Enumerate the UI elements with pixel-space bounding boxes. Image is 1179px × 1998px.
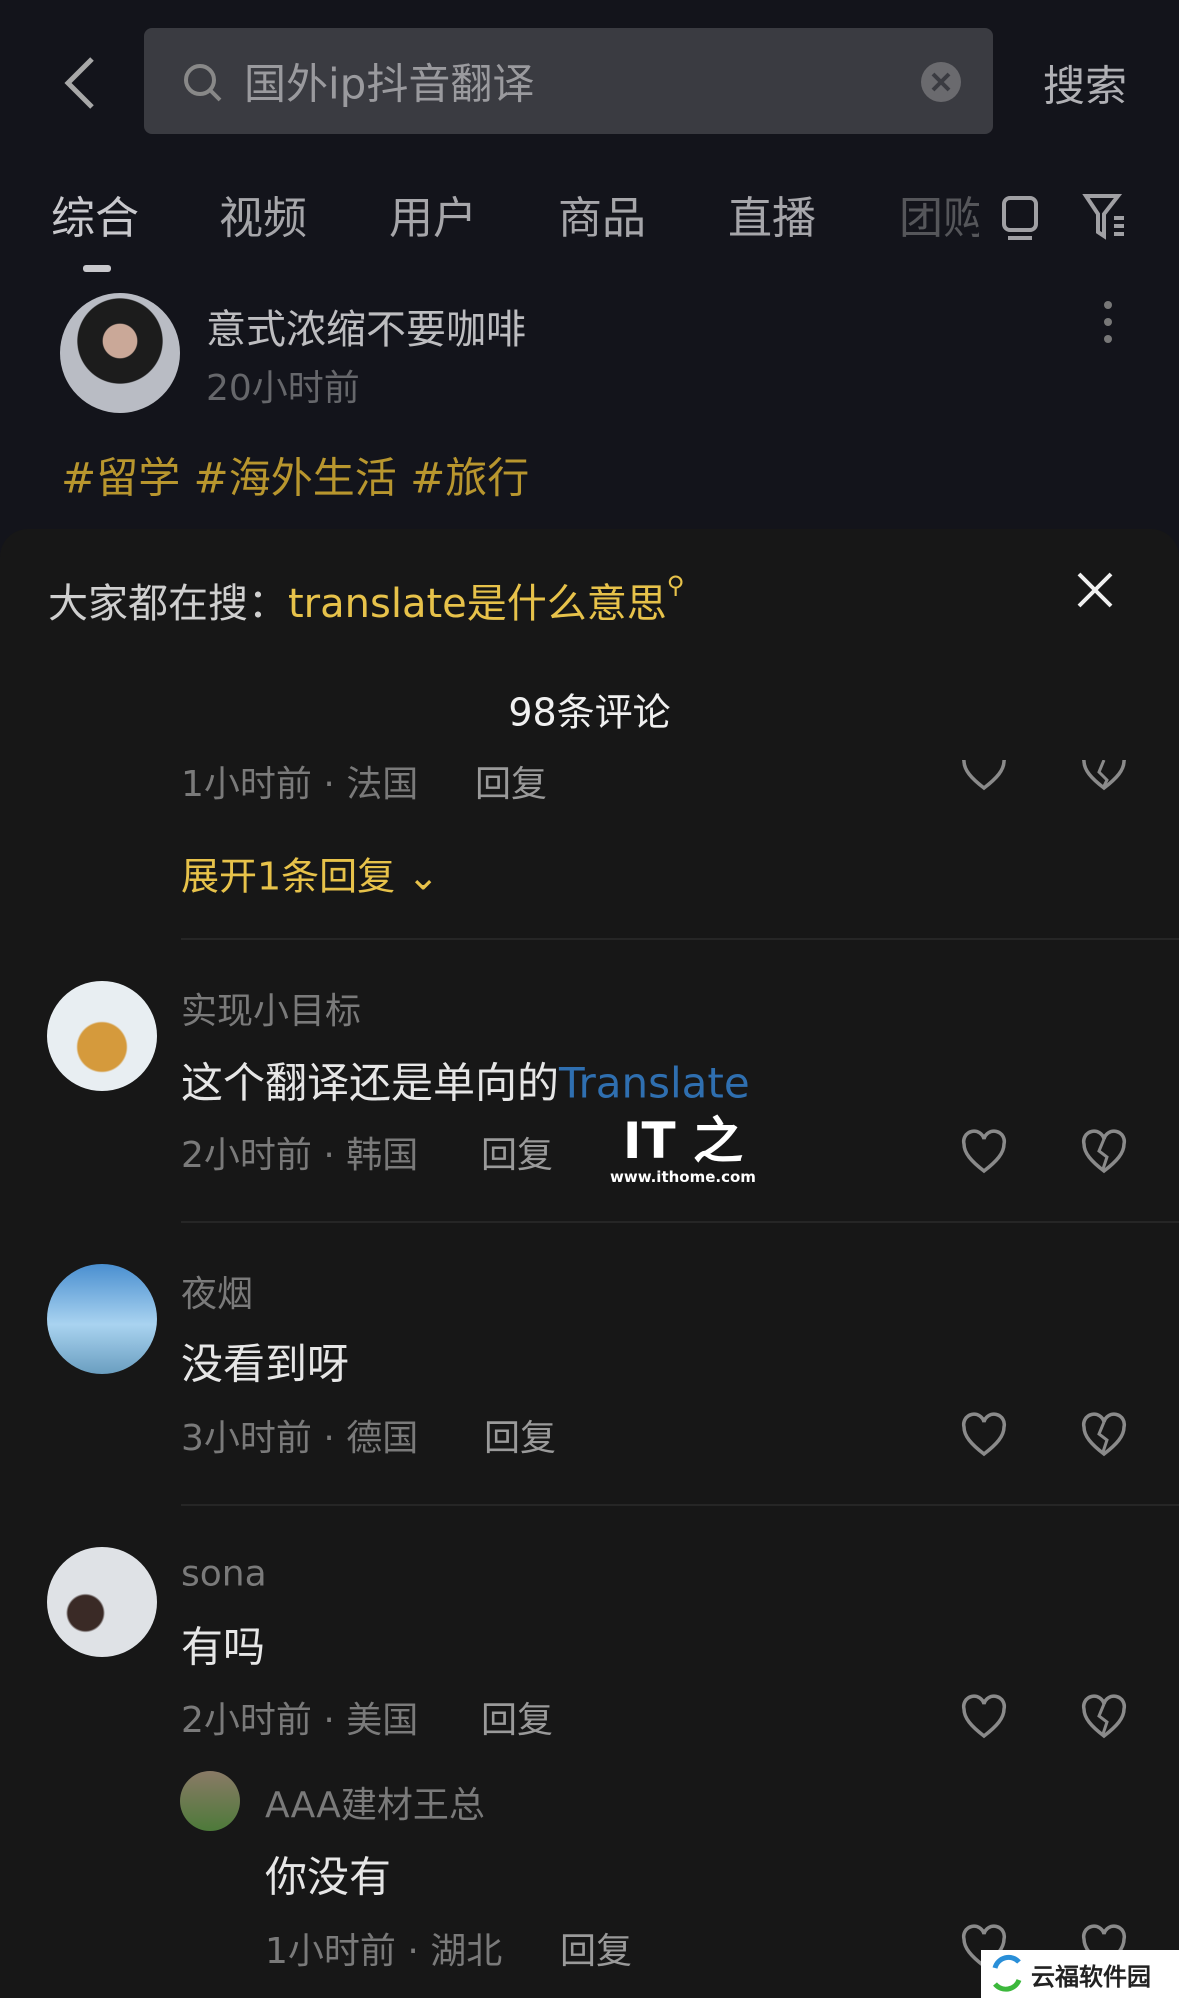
reply-text: 你没有 bbox=[265, 1852, 392, 1902]
replier-name[interactable]: AAA建材王总 bbox=[265, 1776, 485, 1828]
reply-button[interactable]: 回复 bbox=[481, 1126, 553, 1178]
reply-button[interactable]: 回复 bbox=[560, 1922, 632, 1974]
comment-count: 98条评论 bbox=[508, 690, 671, 735]
like-icon[interactable] bbox=[961, 1694, 1007, 1740]
commenter-avatar[interactable] bbox=[47, 1547, 157, 1657]
tab-group-buy[interactable]: 团购 bbox=[899, 182, 979, 246]
search-input[interactable]: 国外ip抖音翻译 bbox=[144, 28, 993, 134]
clear-icon[interactable] bbox=[920, 61, 962, 103]
divider bbox=[181, 938, 1179, 940]
post-time: 20小时前 bbox=[206, 368, 360, 409]
reply-button[interactable]: 回复 bbox=[481, 1691, 553, 1743]
tab-comprehensive[interactable]: 综合 bbox=[51, 182, 139, 246]
translate-link[interactable]: Translate bbox=[559, 1059, 750, 1108]
post-author-name[interactable]: 意式浓缩不要咖啡 bbox=[206, 297, 526, 355]
tab-products[interactable]: 商品 bbox=[558, 182, 646, 246]
filter-icon[interactable] bbox=[1082, 190, 1132, 240]
commenter-avatar[interactable] bbox=[47, 981, 157, 1091]
ithome-url: www.ithome.com bbox=[610, 1168, 756, 1186]
ithome-logo: IT 之 bbox=[622, 1112, 744, 1170]
comment-meta: 2小时前 · 韩国 bbox=[181, 1135, 419, 1176]
dislike-icon[interactable] bbox=[1081, 760, 1127, 806]
reply-button[interactable]: 回复 bbox=[484, 1409, 556, 1461]
more-icon[interactable] bbox=[1100, 300, 1116, 344]
comment-text: 这个翻译还是单向的Translate bbox=[181, 1058, 750, 1108]
reply-button[interactable]: 回复 bbox=[475, 755, 547, 807]
divider bbox=[181, 1504, 1179, 1506]
tab-users[interactable]: 用户 bbox=[389, 182, 477, 246]
tab-indicator bbox=[83, 265, 111, 272]
divider bbox=[181, 1221, 1179, 1223]
commenter-avatar[interactable] bbox=[47, 1264, 157, 1374]
search-icon bbox=[184, 64, 222, 102]
dislike-icon[interactable] bbox=[1081, 1129, 1127, 1175]
search-button[interactable]: 搜索 bbox=[1043, 53, 1127, 114]
comment-text: 没看到呀 bbox=[181, 1339, 350, 1389]
reply-meta: 1小时前 · 湖北 bbox=[265, 1931, 503, 1972]
back-icon[interactable] bbox=[60, 55, 100, 111]
trending-prefix: 大家都在搜： bbox=[48, 581, 288, 627]
comment-meta: 3小时前 · 德国 bbox=[181, 1418, 419, 1459]
close-icon[interactable] bbox=[1076, 571, 1114, 609]
like-icon[interactable] bbox=[961, 760, 1007, 806]
like-icon[interactable] bbox=[961, 1412, 1007, 1458]
post-hashtags[interactable]: #留学 #海外生活 #旅行 bbox=[61, 445, 529, 506]
comment-meta: 2小时前 · 美国 bbox=[181, 1700, 419, 1741]
comment-meta: 1小时前 · 法国 bbox=[181, 764, 419, 805]
commenter-name[interactable]: 夜烟 bbox=[181, 1265, 253, 1317]
comments-sheet: 大家都在搜：translate是什么意思⚲ 98条评论 1小时前 · 法国 回复… bbox=[0, 529, 1179, 1998]
replier-avatar[interactable] bbox=[180, 1771, 240, 1831]
commenter-name[interactable]: 实现小目标 bbox=[181, 982, 361, 1034]
chevron-down-icon: ⌄ bbox=[407, 854, 440, 899]
yunfu-text: 云福软件园 bbox=[1031, 1962, 1151, 1991]
commenter-name[interactable]: sona bbox=[181, 1554, 267, 1595]
dislike-icon[interactable] bbox=[1081, 1694, 1127, 1740]
post-author-avatar[interactable] bbox=[60, 293, 180, 413]
ithome-watermark: IT 之 www.ithome.com bbox=[610, 1114, 756, 1186]
tab-live[interactable]: 直播 bbox=[728, 182, 816, 246]
expand-replies-button[interactable]: 展开1条回复 ⌄ bbox=[181, 846, 439, 901]
search-small-icon: ⚲ bbox=[666, 571, 685, 599]
search-query: 国外ip抖音翻译 bbox=[244, 59, 535, 109]
trending-search[interactable]: 大家都在搜：translate是什么意思⚲ bbox=[48, 571, 684, 629]
layout-icon[interactable] bbox=[1000, 190, 1040, 242]
expand-label: 展开1条回复 bbox=[181, 854, 396, 899]
comment-text: 有吗 bbox=[181, 1622, 266, 1672]
tab-video[interactable]: 视频 bbox=[219, 182, 307, 246]
dislike-icon[interactable] bbox=[1081, 1412, 1127, 1458]
trending-query[interactable]: translate是什么意思 bbox=[288, 581, 667, 627]
yunfu-logo-icon bbox=[992, 1954, 1022, 1992]
like-icon[interactable] bbox=[961, 1129, 1007, 1175]
yunfu-watermark: 云福软件园 bbox=[981, 1950, 1179, 1998]
